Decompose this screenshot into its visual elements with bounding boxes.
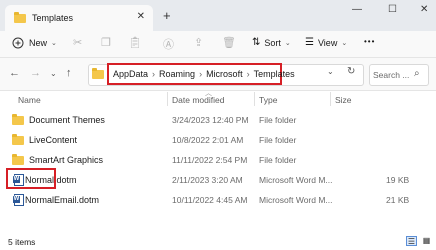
- cut-icon[interactable]: ✂: [73, 36, 82, 49]
- file-date: 3/24/2023 12:40 PM: [172, 115, 249, 125]
- column-divider[interactable]: [330, 92, 331, 106]
- breadcrumb: AppData › Roaming › Microsoft › Templates: [113, 69, 295, 79]
- list-item[interactable]: LiveContent 10/8/2022 2:01 AM File folde…: [0, 130, 436, 151]
- folder-icon: [12, 114, 24, 125]
- tab-templates[interactable]: Templates ✕: [5, 5, 153, 31]
- file-size: 21 KB: [386, 195, 410, 205]
- plus-circle-icon: [12, 37, 24, 49]
- column-type[interactable]: Type: [259, 95, 277, 105]
- column-name[interactable]: Name: [18, 95, 41, 105]
- sort-label: Sort: [264, 37, 281, 48]
- list-item[interactable]: Normal.dotm 2/11/2023 3:20 AM Microsoft …: [0, 170, 436, 191]
- list-item[interactable]: NormalEmail.dotm 10/11/2022 4:45 AM Micr…: [0, 190, 436, 211]
- rename-icon[interactable]: Ⓐ: [163, 36, 174, 52]
- up-arrow-icon[interactable]: ↑: [66, 67, 72, 79]
- new-tab-button[interactable]: +: [163, 8, 171, 23]
- back-arrow-icon[interactable]: ←: [9, 67, 20, 79]
- view-icon: ☰: [305, 37, 314, 48]
- minimize-button[interactable]: —: [352, 4, 362, 15]
- list-item[interactable]: Document Themes 3/24/2023 12:40 PM File …: [0, 110, 436, 131]
- status-bar: [0, 232, 436, 250]
- refresh-icon[interactable]: ↻: [347, 66, 355, 77]
- breadcrumb-appdata[interactable]: AppData: [113, 69, 148, 79]
- file-name: LiveContent: [29, 135, 78, 145]
- file-name: Document Themes: [29, 115, 105, 125]
- breadcrumb-roaming[interactable]: Roaming: [159, 69, 195, 79]
- word-document-icon: [13, 194, 24, 206]
- file-highlight: [6, 168, 56, 189]
- file-type: Microsoft Word M...: [259, 195, 333, 205]
- file-type: File folder: [259, 155, 297, 165]
- sort-button[interactable]: ⇅ Sort ⌄: [252, 37, 291, 48]
- details-view-icon[interactable]: ☰: [406, 236, 417, 246]
- chevron-right-icon: ›: [152, 69, 156, 79]
- new-label: New: [29, 38, 48, 48]
- address-dropdown-icon[interactable]: ⌄: [327, 67, 334, 76]
- more-options-button[interactable]: •••: [364, 37, 375, 46]
- sort-icon: ⇅: [252, 37, 261, 48]
- column-date-modified[interactable]: Date modified: [172, 95, 224, 105]
- file-date: 11/11/2022 2:54 PM: [172, 155, 248, 165]
- file-name: SmartArt Graphics: [29, 155, 104, 165]
- file-type: Microsoft Word M...: [259, 175, 333, 185]
- forward-arrow-icon[interactable]: →: [30, 67, 41, 79]
- file-name: NormalEmail.dotm: [25, 195, 100, 205]
- chevron-down-icon: ⌄: [284, 39, 291, 47]
- search-placeholder: Search ...: [373, 70, 410, 80]
- folder-icon: [12, 134, 24, 145]
- search-icon: ⌕: [414, 68, 420, 79]
- item-count: 5 items: [8, 237, 36, 247]
- folder-icon: [12, 154, 24, 165]
- column-divider[interactable]: [254, 92, 255, 106]
- chevron-down-icon: ⌄: [341, 39, 348, 47]
- delete-icon[interactable]: 🗑︎: [222, 36, 236, 49]
- copy-icon[interactable]: ❐: [101, 36, 111, 49]
- folder-icon: [14, 11, 26, 23]
- file-date: 2/11/2023 3:20 AM: [172, 175, 243, 185]
- folder-icon: [92, 68, 104, 79]
- view-label: View: [317, 37, 338, 48]
- view-button[interactable]: ☰ View ⌄: [305, 37, 347, 48]
- list-item[interactable]: SmartArt Graphics 11/11/2022 2:54 PM Fil…: [0, 150, 436, 171]
- file-size: 19 KB: [386, 175, 410, 185]
- tiles-view-icon[interactable]: ▦: [421, 236, 432, 246]
- new-button[interactable]: New ⌄: [12, 37, 57, 49]
- maximize-button[interactable]: ☐: [388, 4, 397, 15]
- chevron-right-icon: ›: [246, 69, 250, 79]
- file-date: 10/11/2022 4:45 AM: [172, 195, 248, 205]
- close-window-button[interactable]: ✕: [420, 4, 428, 15]
- file-date: 10/8/2022 2:01 AM: [172, 135, 244, 145]
- file-type: File folder: [259, 135, 297, 145]
- column-divider[interactable]: [167, 92, 168, 106]
- tab-title: Templates: [32, 13, 74, 23]
- recent-chevron-icon[interactable]: ⌄: [50, 69, 57, 78]
- breadcrumb-templates[interactable]: Templates: [254, 69, 295, 79]
- breadcrumb-microsoft[interactable]: Microsoft: [206, 69, 243, 79]
- file-type: File folder: [259, 115, 297, 125]
- paste-icon[interactable]: 📋︎: [128, 36, 142, 49]
- chevron-down-icon: ⌄: [51, 40, 57, 47]
- chevron-right-icon: ›: [199, 69, 203, 79]
- tab-close-icon[interactable]: ✕: [137, 11, 145, 22]
- share-icon[interactable]: ⇪: [194, 36, 203, 49]
- column-size[interactable]: Size: [335, 95, 352, 105]
